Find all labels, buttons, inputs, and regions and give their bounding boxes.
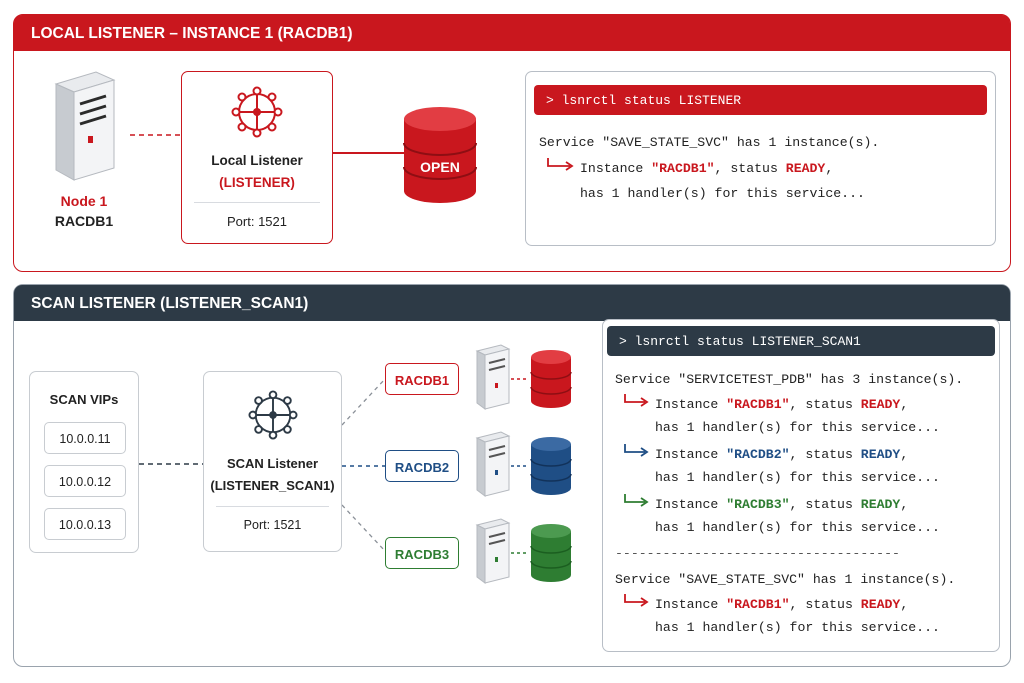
instance-line-racdb1: Instance "RACDB1", status READY, [655,397,909,412]
branch-arrow-icon [624,594,649,607]
network-hub-icon [248,390,298,440]
racdb2-tag: RACDB2 [385,450,459,482]
racdb2-server-icon [475,431,511,497]
database-open-icon [403,107,477,203]
handler-line: has 1 handler(s) for this service... [655,420,940,435]
scan-vip-3: 10.0.0.13 [44,508,126,540]
handler-line: has 1 handler(s) for this service... [655,470,940,485]
local-listener-title: Local Listener [211,153,303,168]
server-icon [54,71,116,181]
scan-listener-port: Port: 1521 [243,518,302,532]
scan-vip-2: 10.0.0.12 [44,465,126,497]
instance-line-racdb1: Instance "RACDB1", status READY, [655,597,909,612]
branch-arrow-icon [624,494,649,507]
service-line: Service "SAVE_STATE_SVC" has 1 instance(… [539,135,880,150]
branch-arrow-icon [624,444,649,457]
scan-listener-name: (LISTENER_SCAN1) [210,478,335,493]
network-hub-icon [231,86,283,138]
database-status-label: OPEN [420,159,460,175]
scan-vips-box: SCAN VIPs 10.0.0.11 10.0.0.12 10.0.0.13 [29,371,139,553]
local-listener-panel: LOCAL LISTENER – INSTANCE 1 (RACDB1) Nod… [13,14,1011,272]
racdb1-tag: RACDB1 [385,363,459,395]
handler-line: has 1 handler(s) for this service... [580,186,865,201]
instance-line-racdb3: Instance "RACDB3", status READY, [655,497,909,512]
scan-listener-panel: SCAN LISTENER (LISTENER_SCAN1) SCAN VIPs… [13,284,1011,667]
divider [216,506,329,507]
instance-line-racdb2: Instance "RACDB2", status READY, [655,447,909,462]
branch-arrow-icon [624,394,649,407]
handler-line: has 1 handler(s) for this service... [655,520,940,535]
service-line: Service "SERVICETEST_PDB" has 3 instance… [615,372,964,387]
scan-terminal: > lsnrctl status LISTENER_SCAN1 Service … [602,319,1000,652]
instance-line: Instance "RACDB1", status READY, [580,161,834,176]
divider [194,202,320,203]
scan-listener-title: SCAN Listener [226,456,319,471]
local-listener-port: Port: 1521 [227,214,287,229]
node-label: Node 1 [60,193,108,209]
scan-terminal-command-bar: > lsnrctl status LISTENER_SCAN1 [607,326,995,356]
scan-to-racdb1-connector [341,378,386,426]
scan-listener-box: SCAN Listener (LISTENER_SCAN1) Port: 152… [203,371,342,552]
prompt-symbol: > [619,334,627,349]
command-text: lsnrctl status LISTENER [561,93,742,108]
local-listener-name: (LISTENER) [219,175,295,190]
terminal-divider: ------------------------------------ [615,546,900,561]
local-terminal: > lsnrctl status LISTENER Service "SAVE_… [525,71,996,246]
racdb3-tag: RACDB3 [385,537,459,569]
service-line: Service "SAVE_STATE_SVC" has 1 instance(… [615,572,956,587]
scan-vips-title: SCAN VIPs [49,392,119,407]
racdb3-server-icon [475,518,511,584]
racdb1-server-icon [475,344,511,410]
command-text: lsnrctl status LISTENER_SCAN1 [634,334,861,349]
prompt-symbol: > [546,93,554,108]
scan-vip-1: 10.0.0.11 [44,422,126,454]
handler-line: has 1 handler(s) for this service... [655,620,940,635]
local-listener-box: Local Listener (LISTENER) Port: 1521 [181,71,333,244]
racdb1-database-icon [530,350,572,408]
node-name: RACDB1 [54,213,114,229]
local-terminal-command-bar: > lsnrctl status LISTENER [534,85,987,115]
scan-to-racdb3-connector [341,504,386,552]
racdb2-database-icon [530,437,572,495]
branch-arrow-icon [547,158,574,171]
racdb3-database-icon [530,524,572,582]
